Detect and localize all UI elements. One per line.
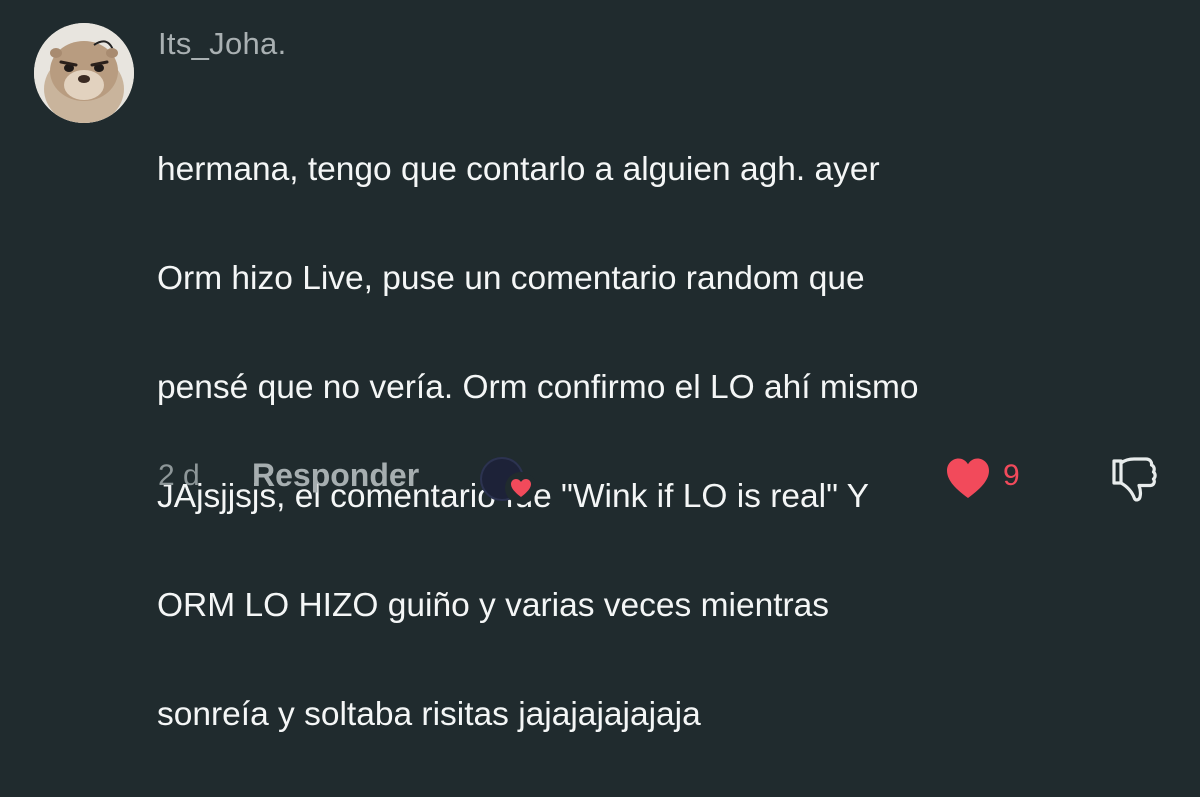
comment-text: hermana, tengo que contarlo a alguien ag… [157, 88, 1167, 797]
comment-text-line: ORM LO HIZO guiño y varias veces mientra… [157, 586, 830, 624]
comment-text-line: Orm hizo Live, puse un comentario random… [157, 259, 865, 297]
comment-text-line: hermana, tengo que contarlo a alguien ag… [157, 150, 880, 188]
heart-icon[interactable] [944, 455, 992, 501]
username[interactable]: Its_Joha. [158, 26, 287, 62]
comment: Its_Joha. hermana, tengo que contarlo a … [0, 0, 1200, 733]
reply-button[interactable]: Responder [252, 457, 419, 494]
comment-text-line: sonreía y soltaba risitas jajajajajajaja [157, 695, 701, 733]
user-avatar[interactable] [34, 23, 134, 123]
comment-text-line: pensé que no vería. Orm confirmo el LO a… [157, 368, 919, 406]
thumbs-down-icon[interactable] [1110, 455, 1158, 505]
plush-otter-avatar-icon [34, 23, 134, 123]
liker-heart-badge-icon [505, 472, 537, 504]
like-count: 9 [1003, 459, 1020, 492]
comment-timestamp: 2 d [158, 459, 200, 492]
